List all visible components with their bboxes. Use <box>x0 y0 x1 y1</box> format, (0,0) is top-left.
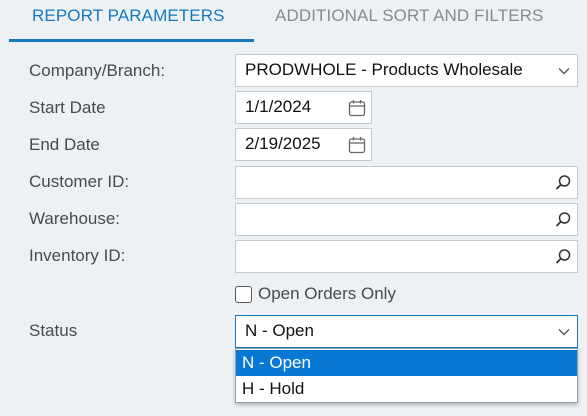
open-orders-only-checkbox[interactable] <box>235 285 252 303</box>
end-date-value: 2/19/2025 <box>245 134 321 153</box>
warehouse-input[interactable] <box>235 203 578 236</box>
search-icon[interactable] <box>552 204 574 235</box>
customer-id-label: Customer ID: <box>29 172 130 191</box>
status-value: N - Open <box>245 321 314 340</box>
chevron-down-icon <box>553 55 575 86</box>
tab-label: ADDITIONAL SORT AND FILTERS <box>275 6 544 25</box>
company-branch-select[interactable]: PRODWHOLE - Products Wholesale <box>235 54 578 87</box>
start-date-field[interactable]: 1/1/2024 <box>235 91 372 124</box>
company-branch-label: Company/Branch: <box>29 61 166 80</box>
inventory-id-label: Inventory ID: <box>29 246 126 265</box>
status-label: Status <box>29 321 78 340</box>
tab-label: REPORT PARAMETERS <box>32 6 225 25</box>
start-date-label: Start Date <box>29 98 106 117</box>
status-select[interactable]: N - Open <box>235 315 578 348</box>
status-dropdown-list: N - Open H - Hold <box>235 348 578 403</box>
inventory-id-input[interactable] <box>235 240 578 273</box>
calendar-icon[interactable] <box>346 92 368 123</box>
customer-id-input[interactable] <box>235 166 578 199</box>
open-orders-only-row[interactable]: Open Orders Only <box>235 284 396 304</box>
warehouse-label: Warehouse: <box>29 209 121 228</box>
status-option-open[interactable]: N - Open <box>236 350 577 376</box>
open-orders-only-label[interactable]: Open Orders Only <box>258 284 396 304</box>
end-date-label: End Date <box>29 135 100 154</box>
tab-report-parameters[interactable]: REPORT PARAMETERS <box>9 0 254 42</box>
start-date-value: 1/1/2024 <box>245 97 312 116</box>
end-date-field[interactable]: 2/19/2025 <box>235 128 372 161</box>
tab-bar: REPORT PARAMETERS ADDITIONAL SORT AND FI… <box>0 0 587 42</box>
calendar-icon[interactable] <box>346 129 368 160</box>
chevron-down-icon <box>553 316 575 347</box>
status-option-hold[interactable]: H - Hold <box>236 376 577 402</box>
search-icon[interactable] <box>552 241 574 272</box>
company-branch-value: PRODWHOLE - Products Wholesale <box>245 60 523 79</box>
search-icon[interactable] <box>552 167 574 198</box>
